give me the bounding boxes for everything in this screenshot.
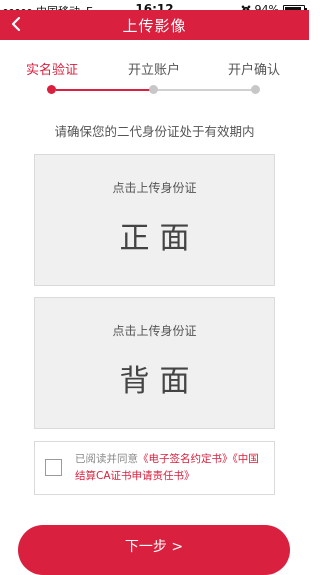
- step-track-2: [156, 89, 254, 91]
- upload-front-side: 正面: [119, 221, 200, 256]
- upload-back-prompt: 点击上传身份证: [112, 324, 197, 338]
- progress-steps: 实名验证 开立账户 开户确认: [0, 56, 309, 106]
- nav-bar: 上传影像: [0, 10, 309, 40]
- agreement-box: 已阅读并同意《电子签名约定书》《中国结算CA证书申请责任书》: [34, 441, 275, 495]
- step-track-1: [56, 89, 152, 91]
- upload-back-side: 背面: [119, 364, 200, 399]
- agree-checkbox[interactable]: [45, 459, 62, 476]
- agreement-prefix: 已阅读并同意: [75, 453, 138, 465]
- link-e-signature-agreement[interactable]: 《电子签名约定书》: [138, 453, 233, 465]
- upload-id-front[interactable]: 点击上传身份证 正面: [34, 154, 275, 286]
- upload-id-back[interactable]: 点击上传身份证 背面: [34, 297, 275, 429]
- next-step-button[interactable]: 下一步 >: [18, 525, 290, 575]
- step-label-confirm: 开户确认: [228, 63, 281, 78]
- agreement-text: 已阅读并同意《电子签名约定书》《中国结算CA证书申请责任书》: [75, 451, 268, 485]
- step-dot-3: [251, 85, 260, 94]
- upload-front-prompt: 点击上传身份证: [112, 181, 197, 195]
- step-dot-2: [149, 85, 158, 94]
- step-dot-1: [47, 85, 56, 94]
- page-title: 上传影像: [122, 17, 187, 35]
- id-validity-hint: 请确保您的二代身份证处于有效期内: [54, 124, 255, 139]
- step-label-open-account: 开立账户: [128, 63, 181, 78]
- step-label-verify: 实名验证: [26, 63, 79, 78]
